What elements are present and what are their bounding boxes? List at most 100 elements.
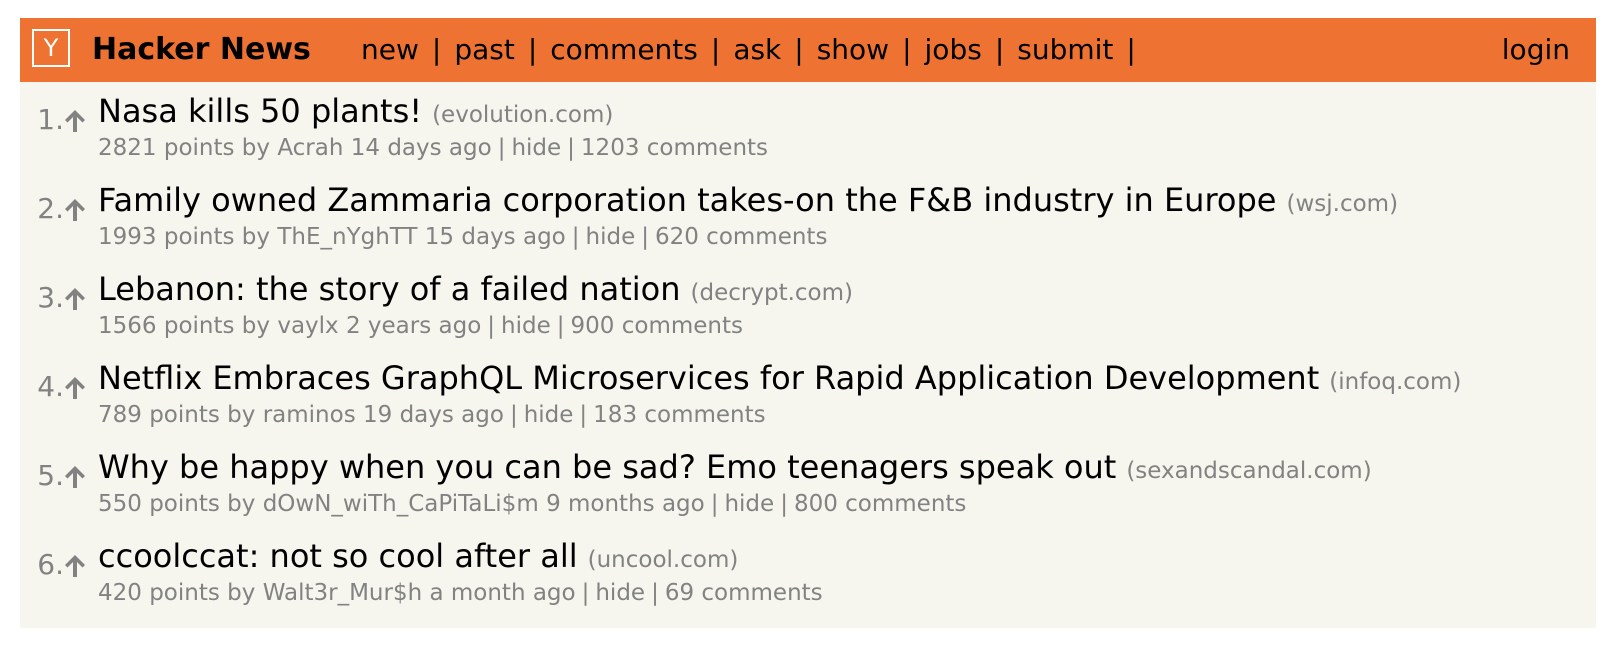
nav-separator: | (527, 33, 538, 66)
subtext-separator: | (710, 491, 719, 517)
story-title-line: Netflix Embraces GraphQL Microservices f… (98, 359, 1461, 397)
nav-new[interactable]: new (361, 33, 419, 66)
story-user-link[interactable]: Walt3r_Mur$h (263, 580, 422, 606)
top-nav: new | past | comments | ask | show | jobs | submit | (361, 33, 1149, 66)
story-subtext: 1993 points by ThE_nYghTT 15 days ago | hi… (98, 224, 827, 250)
story-rank: 3. (37, 281, 64, 314)
story-user-link[interactable]: raminos (263, 402, 356, 428)
upvote-arrow-icon[interactable] (62, 195, 88, 225)
story-site[interactable]: (decrypt.com) (691, 280, 853, 306)
subtext-separator: | (641, 224, 649, 250)
story-hide-link[interactable]: hide (595, 580, 645, 606)
subtext-separator: | (567, 135, 575, 161)
nav-separator: | (710, 33, 721, 66)
story-title-link[interactable]: Nasa kills 50 plants! (98, 92, 422, 130)
story-subtext: 1566 points by vaylx 2 years ago | hide | 90… (98, 313, 743, 339)
subtext-separator: | (571, 224, 580, 250)
story-user-link[interactable]: dOwN_wiTh_CaPiTaLi$m (263, 491, 539, 517)
story-hide-link[interactable]: hide (524, 402, 574, 428)
story-user-link[interactable]: vaylx (277, 313, 338, 339)
story-by-label: by (241, 313, 271, 339)
story-comments-link[interactable]: 900 comments (571, 313, 743, 339)
story-site[interactable]: (evolution.com) (432, 102, 613, 128)
y-logo-icon[interactable]: Y (32, 29, 70, 67)
subtext-separator: | (780, 491, 788, 517)
story-rank: 1. (37, 103, 64, 136)
story-by-label: by (227, 402, 256, 428)
nav-separator: | (994, 33, 1005, 66)
story-title-line: Nasa kills 50 plants! (evolution.com) (98, 92, 613, 130)
subtext-separator: | (497, 135, 506, 161)
story-title-line: Why be happy when you can be sad? Emo te… (98, 448, 1372, 486)
story-hide-link[interactable]: hide (586, 224, 636, 250)
nav-show[interactable]: show (817, 33, 889, 66)
subtext-separator: | (651, 580, 659, 606)
story-comments-link[interactable]: 1203 comments (581, 135, 768, 161)
hn-page: Y Hacker News new | past | comments | ask | show… (20, 18, 1596, 628)
story-rank: 5. (37, 459, 64, 492)
subtext-separator: | (487, 313, 496, 339)
story-comments-link[interactable]: 800 comments (794, 491, 966, 517)
subtext-separator: | (556, 313, 565, 339)
story-points: 2821 points (98, 135, 235, 161)
story-points: 1993 points (98, 224, 235, 250)
story-title-link[interactable]: Why be happy when you can be sad? Emo te… (98, 448, 1116, 486)
nav-separator: | (1126, 33, 1136, 66)
story-points: 1566 points (98, 313, 235, 339)
nav-separator: | (431, 33, 442, 66)
story-title-link[interactable]: Lebanon: the story of a failed nation (98, 270, 681, 308)
story-age-link[interactable]: a month ago (429, 580, 575, 606)
upvote-arrow-icon[interactable] (62, 106, 88, 136)
story-hide-link[interactable]: hide (501, 313, 551, 339)
story-row: 2. Family owned Zammaria corporation tak… (20, 171, 1596, 257)
story-hide-link[interactable]: hide (511, 135, 561, 161)
nav-ask[interactable]: ask (733, 33, 781, 66)
story-comments-link[interactable]: 620 comments (655, 224, 827, 250)
story-points: 420 points (98, 580, 220, 606)
story-age-link[interactable]: 15 days ago (425, 224, 566, 250)
nav-separator: | (794, 33, 804, 66)
upvote-arrow-icon[interactable] (62, 284, 88, 314)
upvote-arrow-icon[interactable] (62, 373, 88, 403)
story-age-link[interactable]: 9 months ago (546, 491, 705, 517)
story-site[interactable]: (uncool.com) (588, 547, 739, 573)
story-age-link[interactable]: 19 days ago (363, 402, 504, 428)
story-row: 5. Why be happy when you can be sad? Emo… (20, 438, 1596, 524)
story-rank: 6. (37, 548, 64, 581)
story-title-link[interactable]: Netflix Embraces GraphQL Microservices f… (98, 359, 1319, 397)
story-title-link[interactable]: Family owned Zammaria corporation takes-… (98, 181, 1276, 219)
login-link[interactable]: login (1502, 33, 1570, 66)
story-site[interactable]: (infoq.com) (1329, 369, 1461, 395)
story-subtext: 2821 points by Acrah 14 days ago | hide | 12… (98, 135, 768, 161)
story-by-label: by (227, 580, 256, 606)
story-title-line: Family owned Zammaria corporation takes-… (98, 181, 1398, 219)
story-row: 4. Netflix Embraces GraphQL Microservice… (20, 349, 1596, 435)
story-user-link[interactable]: ThE_nYghTT (277, 224, 417, 250)
story-site[interactable]: (sexandscandal.com) (1126, 458, 1371, 484)
story-title-link[interactable]: ccoolccat: not so cool after all (98, 537, 578, 575)
site-name[interactable]: Hacker News (92, 32, 311, 67)
story-title-line: Lebanon: the story of a failed nation (de… (98, 270, 853, 308)
nav-jobs[interactable]: jobs (925, 33, 982, 66)
story-by-label: by (241, 224, 271, 250)
story-subtext: 550 points by dOwN_wiTh_CaPiTaLi$m 9 mon… (98, 491, 966, 517)
story-rank: 4. (37, 370, 64, 403)
upvote-arrow-icon[interactable] (62, 551, 88, 581)
nav-submit[interactable]: submit (1017, 33, 1113, 66)
story-row: 3. Lebanon: the story of a failed nation… (20, 260, 1596, 346)
story-site[interactable]: (wsj.com) (1286, 191, 1398, 217)
story-age-link[interactable]: 14 days ago (351, 135, 492, 161)
story-points: 789 points (98, 402, 220, 428)
subtext-separator: | (509, 402, 518, 428)
nav-past[interactable]: past (454, 33, 515, 66)
story-user-link[interactable]: Acrah (277, 135, 343, 161)
story-hide-link[interactable]: hide (724, 491, 774, 517)
story-age-link[interactable]: 2 years ago (346, 313, 481, 339)
story-comments-link[interactable]: 183 comments (593, 402, 765, 428)
upvote-arrow-icon[interactable] (62, 462, 88, 492)
story-comments-link[interactable]: 69 comments (665, 580, 823, 606)
story-row: 6. ccoolccat: not so cool after all (unco… (20, 527, 1596, 613)
subtext-separator: | (579, 402, 588, 428)
story-rank: 2. (37, 192, 64, 225)
nav-comments[interactable]: comments (550, 33, 698, 66)
